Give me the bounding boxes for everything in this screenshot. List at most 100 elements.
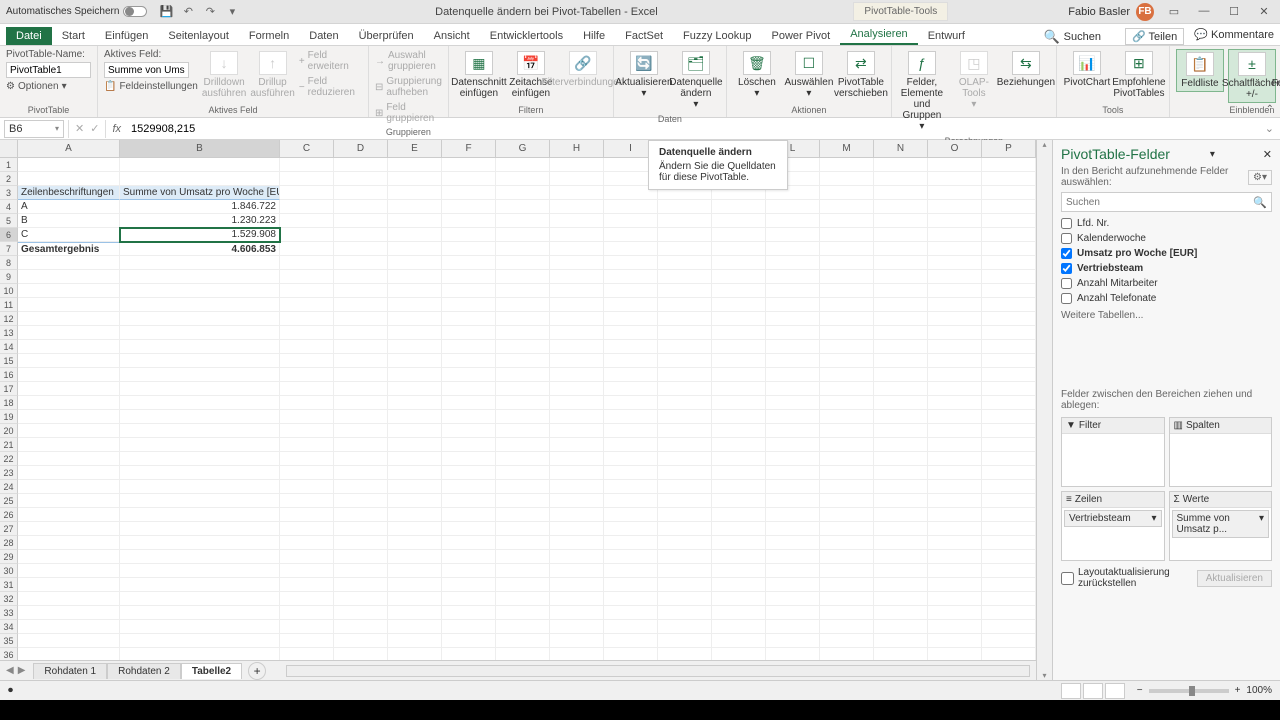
cell-F12[interactable] [442,312,496,326]
cell-F21[interactable] [442,438,496,452]
cell-J16[interactable] [658,368,712,382]
cell-G21[interactable] [496,438,550,452]
row-header-5[interactable]: 5 [0,214,18,228]
cell-K29[interactable] [712,550,766,564]
cell-P3[interactable] [982,186,1036,200]
cell-K7[interactable] [712,242,766,256]
cell-C13[interactable] [280,326,334,340]
page-layout-view-icon[interactable] [1083,683,1103,699]
cell-L25[interactable] [766,494,820,508]
cell-K27[interactable] [712,522,766,536]
cell-F14[interactable] [442,340,496,354]
cell-D20[interactable] [334,424,388,438]
cell-L6[interactable] [766,228,820,242]
cell-P28[interactable] [982,536,1036,550]
cell-G8[interactable] [496,256,550,270]
cell-A24[interactable] [18,480,120,494]
cell-P2[interactable] [982,172,1036,186]
cell-J5[interactable] [658,214,712,228]
cell-D1[interactable] [334,158,388,172]
column-header-P[interactable]: P [982,140,1036,157]
cell-F8[interactable] [442,256,496,270]
cell-G33[interactable] [496,606,550,620]
cell-B30[interactable] [120,564,280,578]
cell-H31[interactable] [550,578,604,592]
insert-timeline-button[interactable]: 📅Zeitachse einfügen [507,49,555,101]
cell-P21[interactable] [982,438,1036,452]
cell-D19[interactable] [334,410,388,424]
cell-M10[interactable] [820,284,874,298]
cell-L26[interactable] [766,508,820,522]
cell-C20[interactable] [280,424,334,438]
avatar[interactable]: FB [1136,3,1154,21]
cell-O29[interactable] [928,550,982,564]
cell-D6[interactable] [334,228,388,242]
cell-A5[interactable]: B [18,214,120,228]
cell-B3[interactable]: Summe von Umsatz pro Woche [EUR] [120,186,280,200]
cell-E5[interactable] [388,214,442,228]
cell-L14[interactable] [766,340,820,354]
cell-G17[interactable] [496,382,550,396]
cell-I4[interactable] [604,200,658,214]
cell-A6[interactable]: C [18,228,120,242]
cell-K6[interactable] [712,228,766,242]
cell-E19[interactable] [388,410,442,424]
cell-I15[interactable] [604,354,658,368]
cell-C6[interactable] [280,228,334,242]
cell-N15[interactable] [874,354,928,368]
cell-G29[interactable] [496,550,550,564]
cell-E10[interactable] [388,284,442,298]
cell-G22[interactable] [496,452,550,466]
cell-D30[interactable] [334,564,388,578]
cell-G10[interactable] [496,284,550,298]
cell-E21[interactable] [388,438,442,452]
cell-J29[interactable] [658,550,712,564]
field-panel-dropdown-icon[interactable]: ▾ [1210,149,1215,160]
cell-E20[interactable] [388,424,442,438]
cell-A1[interactable] [18,158,120,172]
cell-A35[interactable] [18,634,120,648]
ribbon-mode-icon[interactable]: ▭ [1164,5,1184,18]
cell-D4[interactable] [334,200,388,214]
cell-A14[interactable] [18,340,120,354]
cell-O3[interactable] [928,186,982,200]
field-search-input[interactable] [1066,197,1253,208]
expand-formula-icon[interactable]: ⌄ [1259,122,1280,135]
row-header-21[interactable]: 21 [0,438,18,452]
cell-P15[interactable] [982,354,1036,368]
cell-K35[interactable] [712,634,766,648]
cell-L22[interactable] [766,452,820,466]
cell-G6[interactable] [496,228,550,242]
cell-N25[interactable] [874,494,928,508]
cell-J28[interactable] [658,536,712,550]
field-settings-button[interactable]: 📋 Feldeinstellungen [104,80,198,93]
cell-P19[interactable] [982,410,1036,424]
column-header-A[interactable]: A [18,140,120,157]
cell-B27[interactable] [120,522,280,536]
columns-area[interactable]: ▥Spalten [1169,417,1273,487]
cell-E6[interactable] [388,228,442,242]
cell-P25[interactable] [982,494,1036,508]
cell-B14[interactable] [120,340,280,354]
cell-L19[interactable] [766,410,820,424]
cell-L36[interactable] [766,648,820,660]
cell-J33[interactable] [658,606,712,620]
pivotchart-button[interactable]: 📊PivotChart [1063,49,1111,90]
row-header-29[interactable]: 29 [0,550,18,564]
cell-O32[interactable] [928,592,982,606]
cell-H11[interactable] [550,298,604,312]
cell-D22[interactable] [334,452,388,466]
cell-G13[interactable] [496,326,550,340]
cell-O19[interactable] [928,410,982,424]
change-datasource-button[interactable]: 🗂Datenquelle ändern ▾ [672,49,720,112]
tab-developer[interactable]: Entwicklertools [480,27,573,45]
cell-C4[interactable] [280,200,334,214]
cell-J11[interactable] [658,298,712,312]
field-item-0[interactable]: Lfd. Nr. [1061,216,1272,231]
cell-F5[interactable] [442,214,496,228]
cell-G26[interactable] [496,508,550,522]
cell-N21[interactable] [874,438,928,452]
tab-insert[interactable]: Einfügen [95,27,158,45]
cell-D18[interactable] [334,396,388,410]
cell-K18[interactable] [712,396,766,410]
